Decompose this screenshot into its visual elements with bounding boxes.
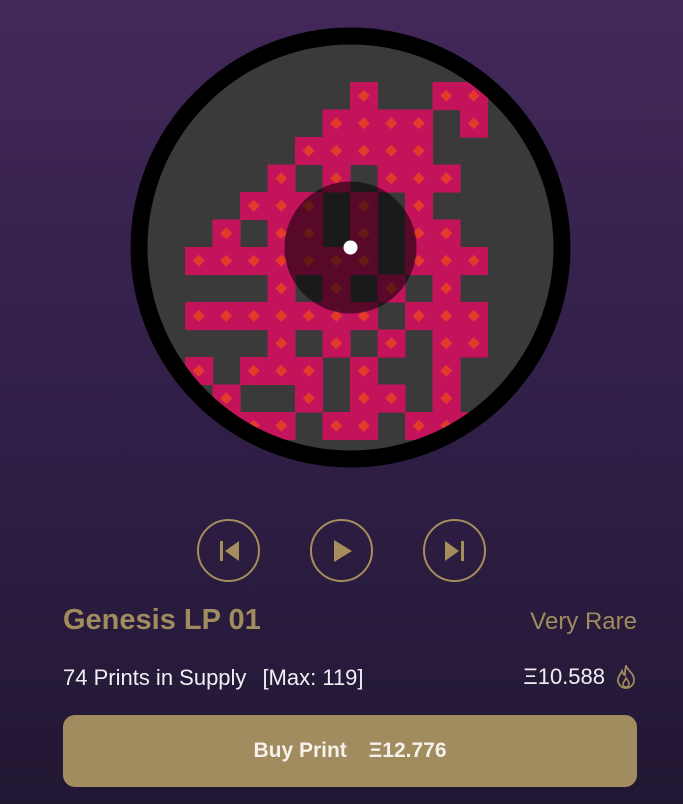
- skip-forward-icon: [444, 540, 464, 561]
- skip-back-icon: [219, 540, 239, 561]
- buy-print-label: Buy Print: [253, 739, 347, 762]
- record-title: Genesis LP 01: [63, 604, 261, 636]
- buy-print-price: Ξ12.776: [368, 739, 447, 762]
- play-icon: [333, 539, 352, 562]
- disc-spindle-hole: [343, 240, 358, 255]
- player-controls: [0, 519, 683, 582]
- flame-icon: [617, 665, 635, 689]
- max-supply: [Max: 119]: [262, 665, 364, 690]
- buy-print-button[interactable]: Buy Print Ξ12.776: [63, 715, 637, 787]
- supply-count: 74 Prints in Supply: [63, 665, 247, 690]
- vinyl-disc-svg: [130, 27, 571, 468]
- burn-price: Ξ10.588: [523, 664, 637, 690]
- rarity-label: Very Rare: [530, 608, 637, 635]
- play-button[interactable]: [310, 519, 373, 582]
- burn-price-value: Ξ10.588: [523, 664, 605, 689]
- supply-info: 74 Prints in Supply [Max: 119]: [63, 665, 364, 691]
- previous-button[interactable]: [197, 519, 260, 582]
- vinyl-record-artwork: [130, 27, 571, 468]
- next-button[interactable]: [423, 519, 486, 582]
